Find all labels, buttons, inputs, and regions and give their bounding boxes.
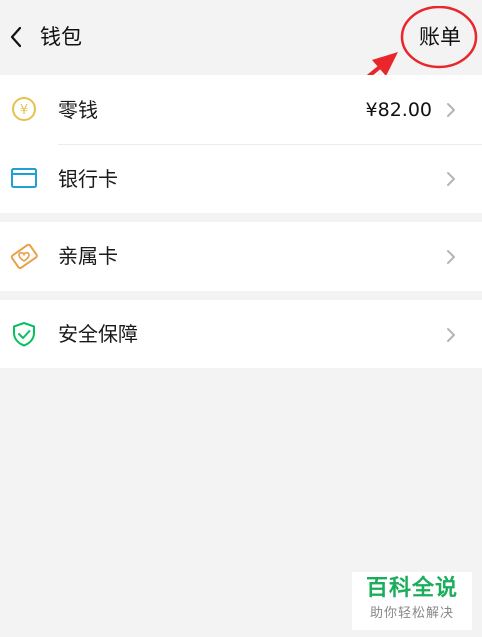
chevron-right-icon (447, 172, 455, 186)
chevron-right-icon (447, 328, 455, 342)
watermark-logo: 百科全说 助你轻松解决 (352, 572, 472, 630)
security-group: 安全保障 (0, 300, 482, 368)
back-button[interactable] (2, 19, 30, 55)
svg-text:¥: ¥ (20, 103, 28, 118)
bank-card-icon (11, 168, 37, 188)
wallet-group: ¥ 零钱 ¥82.00 银行卡 (0, 75, 482, 213)
security-row[interactable]: 安全保障 (0, 300, 482, 368)
family-card-icon (10, 243, 38, 270)
bill-button[interactable]: 账单 (410, 20, 470, 54)
change-label: 零钱 (58, 98, 98, 122)
bank-card-row[interactable]: 银行卡 (0, 144, 482, 214)
security-label: 安全保障 (58, 322, 138, 346)
top-bar: 钱包 账单 (0, 0, 482, 74)
family-card-row[interactable]: 亲属卡 (0, 222, 482, 291)
change-row[interactable]: ¥ 零钱 ¥82.00 (0, 75, 482, 145)
back-arrow-icon (10, 26, 22, 48)
family-card-label: 亲属卡 (58, 244, 118, 268)
yuan-coin-icon: ¥ (12, 97, 36, 121)
page-title: 钱包 (40, 25, 82, 49)
shield-check-icon (13, 322, 35, 347)
watermark-subtitle: 助你轻松解决 (369, 606, 454, 621)
family-card-group: 亲属卡 (0, 222, 482, 291)
change-balance: ¥82.00 (365, 99, 432, 121)
chevron-right-icon (447, 103, 455, 117)
chevron-right-icon (447, 250, 455, 264)
bank-card-label: 银行卡 (58, 167, 118, 191)
watermark-title: 百科全说 (365, 576, 458, 601)
